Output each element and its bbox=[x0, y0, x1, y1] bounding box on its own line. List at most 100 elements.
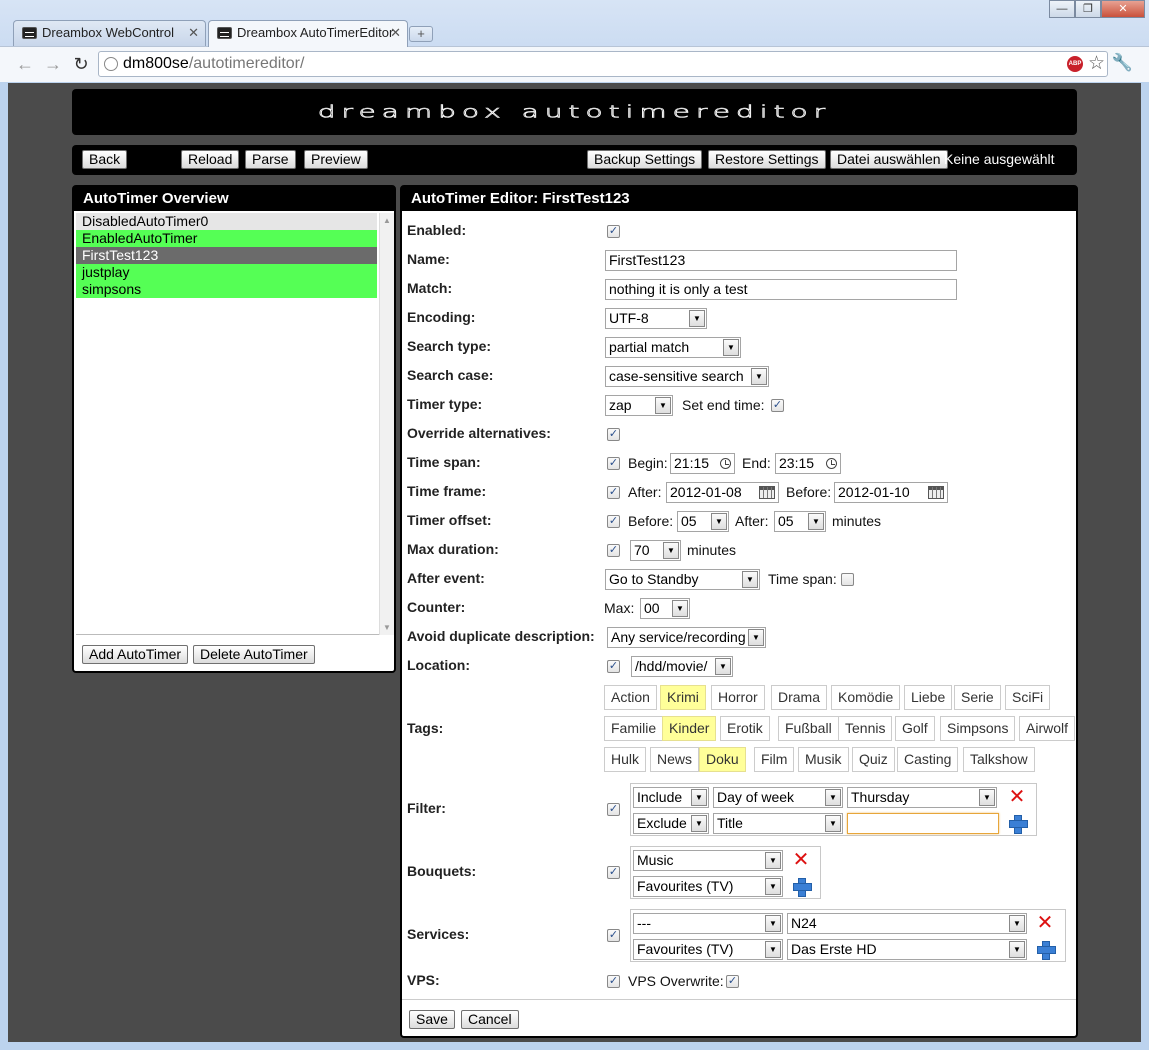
tag-drama[interactable]: Drama bbox=[771, 685, 828, 710]
tag-fußball[interactable]: Fußball bbox=[778, 716, 839, 741]
time-frame-checkbox[interactable]: ✓ bbox=[607, 486, 620, 499]
vps-checkbox[interactable]: ✓ bbox=[607, 975, 620, 988]
back-arrow-icon[interactable]: ← bbox=[14, 53, 36, 75]
tab-dreambox-webcontrol[interactable]: Dreambox WebControl ✕ bbox=[13, 20, 206, 46]
remove-filter-icon[interactable]: ✕ bbox=[1007, 787, 1027, 807]
counter-select[interactable]: 00 ▼ bbox=[640, 598, 690, 619]
remove-bouquet-icon[interactable]: ✕ bbox=[791, 850, 811, 870]
list-item[interactable]: simpsons bbox=[76, 281, 377, 298]
tag-talkshow[interactable]: Talkshow bbox=[963, 747, 1035, 772]
time-span-checkbox[interactable]: ✓ bbox=[607, 457, 620, 470]
bouquet-select[interactable]: Favourites (TV) ▼ bbox=[633, 876, 783, 897]
tag-doku[interactable]: Doku bbox=[699, 747, 746, 772]
calendar-icon[interactable] bbox=[928, 486, 944, 499]
tag-musik[interactable]: Musik bbox=[798, 747, 849, 772]
cancel-button[interactable]: Cancel bbox=[461, 1010, 519, 1029]
tag-erotik[interactable]: Erotik bbox=[720, 716, 770, 741]
max-duration-checkbox[interactable]: ✓ bbox=[607, 544, 620, 557]
list-scrollbar[interactable]: ▲ ▼ bbox=[379, 213, 394, 635]
new-tab-button[interactable]: + bbox=[409, 26, 433, 42]
tag-action[interactable]: Action bbox=[604, 685, 657, 710]
reload-button[interactable]: Reload bbox=[181, 150, 240, 169]
match-input[interactable]: nothing it is only a test bbox=[605, 279, 957, 300]
enabled-checkbox[interactable]: ✓ bbox=[607, 225, 620, 238]
close-tab-icon[interactable]: ✕ bbox=[390, 21, 401, 45]
backup-settings-button[interactable]: Backup Settings bbox=[587, 150, 703, 169]
scroll-up-icon[interactable]: ▲ bbox=[383, 216, 391, 225]
tag-golf[interactable]: Golf bbox=[895, 716, 935, 741]
timer-type-select[interactable]: zap ▼ bbox=[605, 395, 673, 416]
list-item[interactable]: EnabledAutoTimer bbox=[76, 230, 377, 247]
list-item[interactable]: DisabledAutoTimer0 bbox=[76, 213, 377, 230]
tag-airwolf[interactable]: Airwolf bbox=[1019, 716, 1076, 741]
parse-button[interactable]: Parse bbox=[245, 150, 296, 169]
set-end-time-checkbox[interactable]: ✓ bbox=[771, 399, 784, 412]
wrench-icon[interactable]: 🔧 bbox=[1112, 53, 1133, 73]
tag-simpsons[interactable]: Simpsons bbox=[940, 716, 1016, 741]
bouquets-checkbox[interactable]: ✓ bbox=[607, 866, 620, 879]
scroll-down-icon[interactable]: ▼ bbox=[383, 623, 391, 632]
vps-overwrite-checkbox[interactable]: ✓ bbox=[726, 975, 739, 988]
restore-settings-button[interactable]: Restore Settings bbox=[708, 150, 826, 169]
filter-checkbox[interactable]: ✓ bbox=[607, 803, 620, 816]
name-input[interactable]: FirstTest123 bbox=[605, 250, 957, 271]
address-bar[interactable]: dm800se/autotimereditor/ bbox=[98, 51, 1108, 77]
add-service-icon[interactable] bbox=[1036, 940, 1056, 960]
tag-scifi[interactable]: SciFi bbox=[1005, 685, 1051, 710]
tag-liebe[interactable]: Liebe bbox=[904, 685, 953, 710]
search-case-select[interactable]: case-sensitive search ▼ bbox=[605, 366, 769, 387]
after-date-input[interactable]: 2012-01-08 bbox=[666, 482, 779, 503]
preview-button[interactable]: Preview bbox=[304, 150, 368, 169]
close-tab-icon[interactable]: ✕ bbox=[188, 21, 199, 45]
tag-news[interactable]: News bbox=[650, 747, 700, 772]
after-event-select[interactable]: Go to Standby ▼ bbox=[605, 569, 760, 590]
add-autotimer-button[interactable]: Add AutoTimer bbox=[82, 645, 189, 664]
avoid-duplicate-select[interactable]: Any service/recording ▼ bbox=[607, 627, 766, 648]
calendar-icon[interactable] bbox=[759, 486, 775, 499]
list-item[interactable]: justplay bbox=[76, 264, 377, 281]
filter-value-input[interactable] bbox=[847, 813, 999, 834]
override-checkbox[interactable]: ✓ bbox=[607, 428, 620, 441]
tag-film[interactable]: Film bbox=[754, 747, 795, 772]
timer-offset-checkbox[interactable]: ✓ bbox=[607, 515, 620, 528]
location-select[interactable]: /hdd/movie/ ▼ bbox=[631, 656, 733, 677]
filter-mode-select[interactable]: Exclude ▼ bbox=[633, 813, 709, 834]
delete-autotimer-button[interactable]: Delete AutoTimer bbox=[193, 645, 315, 664]
offset-after-select[interactable]: 05 ▼ bbox=[774, 511, 826, 532]
after-event-timespan-checkbox[interactable] bbox=[841, 573, 854, 586]
search-type-select[interactable]: partial match ▼ bbox=[605, 337, 741, 358]
tag-horror[interactable]: Horror bbox=[711, 685, 765, 710]
filter-field-select[interactable]: Day of week ▼ bbox=[713, 787, 843, 808]
tab-autotimereditor[interactable]: Dreambox AutoTimerEditor ✕ bbox=[208, 20, 408, 47]
filter-value-select[interactable]: Thursday ▼ bbox=[847, 787, 997, 808]
tag-kinder[interactable]: Kinder bbox=[662, 716, 717, 741]
add-filter-icon[interactable] bbox=[1008, 814, 1028, 834]
forward-arrow-icon[interactable]: → bbox=[42, 53, 64, 75]
filter-field-select[interactable]: Title ▼ bbox=[713, 813, 843, 834]
adblock-icon[interactable]: ABP bbox=[1067, 56, 1083, 72]
service-bouquet-select[interactable]: --- ▼ bbox=[633, 913, 783, 934]
bookmark-star-icon[interactable]: ☆ bbox=[1088, 52, 1105, 75]
tag-komödie[interactable]: Komödie bbox=[831, 685, 901, 710]
end-time-input[interactable]: 23:15 bbox=[775, 453, 841, 474]
service-bouquet-select[interactable]: Favourites (TV) ▼ bbox=[633, 939, 783, 960]
encoding-select[interactable]: UTF-8 ▼ bbox=[605, 308, 707, 329]
tag-tennis[interactable]: Tennis bbox=[838, 716, 893, 741]
maximize-icon[interactable]: ❐ bbox=[1075, 0, 1101, 18]
tag-quiz[interactable]: Quiz bbox=[852, 747, 895, 772]
tag-casting[interactable]: Casting bbox=[897, 747, 959, 772]
tag-hulk[interactable]: Hulk bbox=[604, 747, 647, 772]
minimize-icon[interactable]: — bbox=[1049, 0, 1075, 18]
save-button[interactable]: Save bbox=[409, 1010, 455, 1029]
offset-before-select[interactable]: 05 ▼ bbox=[677, 511, 729, 532]
services-checkbox[interactable]: ✓ bbox=[607, 929, 620, 942]
filter-mode-select[interactable]: Include ▼ bbox=[633, 787, 709, 808]
tag-familie[interactable]: Familie bbox=[604, 716, 664, 741]
begin-time-input[interactable]: 21:15 bbox=[670, 453, 735, 474]
service-select[interactable]: N24 ▼ bbox=[787, 913, 1027, 934]
location-checkbox[interactable]: ✓ bbox=[607, 660, 620, 673]
bouquet-select[interactable]: Music ▼ bbox=[633, 850, 783, 871]
window-close-icon[interactable]: ✕ bbox=[1101, 0, 1145, 18]
list-item[interactable]: FirstTest123 bbox=[76, 247, 377, 264]
max-duration-select[interactable]: 70 ▼ bbox=[630, 540, 681, 561]
